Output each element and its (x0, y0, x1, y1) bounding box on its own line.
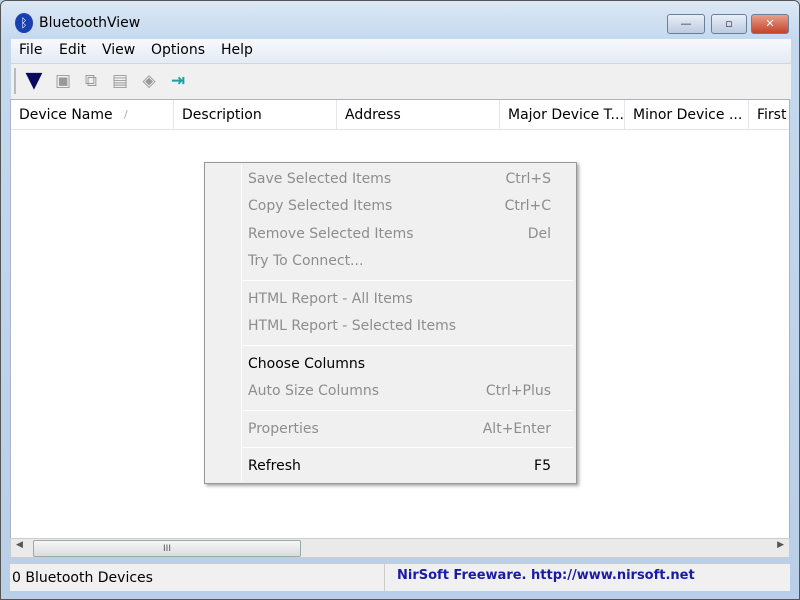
menu-item-label: Save Selected Items (248, 171, 392, 187)
column-major-device-type[interactable]: Major Device T... (500, 100, 625, 129)
menu-item-shortcut: Ctrl+Plus (485, 383, 551, 399)
context-menu-item[interactable]: Choose Columns (248, 352, 573, 376)
scroll-right-icon[interactable]: ▶ (777, 540, 784, 550)
menu-item-label: Copy Selected Items (248, 198, 393, 214)
context-menu-item[interactable]: Remove Selected Items Del (248, 222, 573, 246)
menu-item-label: HTML Report - All Items (248, 291, 413, 307)
menu-item-label: Try To Connect... (248, 253, 364, 269)
menu-options[interactable]: Options (151, 42, 205, 58)
menu-file[interactable]: File (19, 42, 42, 58)
menu-item-shortcut: Alt+Enter (482, 421, 551, 437)
context-menu-item[interactable]: Try To Connect... (248, 249, 573, 273)
copy-icon[interactable]: ⧉ (80, 70, 102, 92)
context-menu-item[interactable]: HTML Report - Selected Items (248, 314, 573, 338)
column-label: Device Name (19, 107, 113, 123)
context-menu-item[interactable]: Auto Size Columns Ctrl+Plus (248, 379, 573, 403)
minimize-button[interactable]: — (667, 14, 705, 34)
scroll-left-icon[interactable]: ◀ (16, 540, 23, 550)
column-first[interactable]: First (749, 100, 789, 129)
device-count: 0 Bluetooth Devices (12, 570, 153, 586)
menu-item-label: Properties (248, 421, 319, 437)
menu-item-label: Auto Size Columns (248, 383, 380, 399)
menu-separator (243, 280, 573, 281)
menu-item-shortcut: Ctrl+C (504, 198, 551, 214)
context-menu-item[interactable]: Copy Selected Items Ctrl+C (248, 194, 573, 218)
menu-separator (243, 345, 573, 346)
close-button[interactable]: ✕ (751, 14, 789, 34)
bluetooth-icon: ᛒ (15, 13, 33, 33)
column-description[interactable]: Description (174, 100, 337, 129)
menu-item-shortcut: Ctrl+S (505, 171, 551, 187)
maximize-button[interactable]: ▫ (711, 14, 747, 34)
context-menu: Save Selected Items Ctrl+S Copy Selected I… (204, 162, 577, 484)
window-title: BluetoothView (39, 15, 141, 31)
nirsoft-link[interactable]: NirSoft Freeware. http://www.nirsoft.net (384, 564, 695, 592)
menu-item-label: Choose Columns (248, 356, 366, 372)
menu-item-shortcut: Del (527, 226, 551, 242)
menu-gutter (241, 165, 242, 481)
menu-separator (243, 447, 573, 448)
toolbar-grip (14, 68, 16, 94)
list-header: Device Name / Description Address Major D… (11, 100, 789, 130)
menu-edit[interactable]: Edit (59, 42, 86, 58)
context-menu-item[interactable]: Refresh F5 (248, 454, 573, 478)
context-menu-item[interactable]: Save Selected Items Ctrl+S (248, 167, 573, 191)
context-menu-item[interactable]: HTML Report - All Items (248, 287, 573, 311)
sort-icon: / (124, 108, 128, 121)
menu-help[interactable]: Help (221, 42, 253, 58)
menu-item-shortcut: F5 (534, 458, 551, 474)
context-menu-item[interactable]: Properties Alt+Enter (248, 417, 573, 441)
report-icon[interactable]: ◈ (138, 70, 160, 92)
filter-icon[interactable]: ▼ (23, 70, 45, 92)
menu-item-label: Refresh (248, 458, 301, 474)
menu-bar: File Edit View Options Help (11, 39, 791, 63)
exit-icon[interactable]: ⇥ (167, 70, 189, 92)
properties-icon[interactable]: ▤ (109, 70, 131, 92)
menu-view[interactable]: View (102, 42, 135, 58)
column-device-name[interactable]: Device Name / (11, 100, 174, 129)
menu-item-label: HTML Report - Selected Items (248, 318, 457, 334)
column-address[interactable]: Address (337, 100, 500, 129)
menu-separator (243, 410, 573, 411)
column-minor-device-type[interactable]: Minor Device ... (625, 100, 749, 129)
status-bar: 0 Bluetooth Devices NirSoft Freeware. ht… (10, 563, 790, 592)
menu-item-label: Remove Selected Items (248, 226, 414, 242)
title-bar: ᛒ BluetoothView — ▫ ✕ (1, 1, 800, 39)
horizontal-scrollbar[interactable]: ◀ III ▶ (10, 538, 790, 558)
save-icon[interactable]: ▣ (52, 70, 74, 92)
toolbar: ▼ ▣ ⧉ ▤ ◈ ⇥ (11, 63, 791, 99)
scroll-thumb[interactable]: III (33, 540, 301, 557)
